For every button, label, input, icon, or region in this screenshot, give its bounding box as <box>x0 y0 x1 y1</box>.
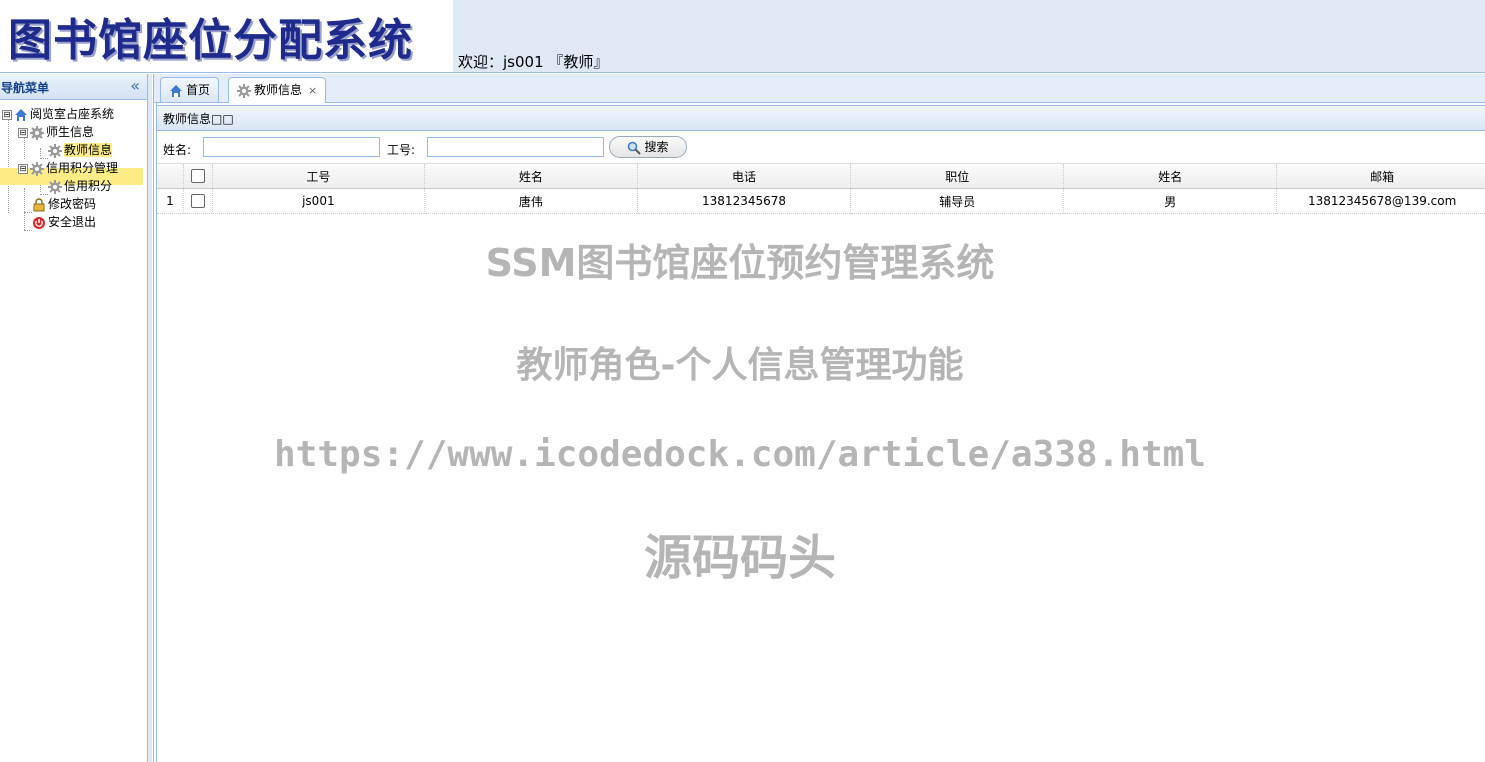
lock-icon <box>32 197 46 212</box>
tab-label: 首页 <box>186 83 211 97</box>
tree-node-credit-management[interactable]: ⊟ 信用积分管理 <box>18 160 118 177</box>
exit-icon <box>32 216 46 230</box>
table-row[interactable]: 1 js001 唐伟 13812345678 辅导员 男 13812345678… <box>157 188 1485 214</box>
tree-node-label: 信用积分 <box>64 179 113 193</box>
tab-label: 教师信息 <box>254 83 303 97</box>
table-cell: 男 <box>1063 188 1278 214</box>
table-cell: js001 <box>212 188 425 214</box>
tree-node-credit-points[interactable]: 信用积分 <box>48 178 112 195</box>
tree-node-change-password[interactable]: 修改密码 <box>32 196 96 213</box>
gear-icon <box>30 125 44 140</box>
home-icon <box>169 84 183 98</box>
select-all-checkbox[interactable] <box>190 169 205 184</box>
id-label: 工号: <box>387 143 416 157</box>
search-icon <box>627 141 642 155</box>
tab-bar: 首页 教师信息 × <box>154 74 1485 103</box>
watermark-line: 源码码头 <box>643 530 836 586</box>
table-header-row: 工号 姓名 电话 职位 姓名 邮箱 <box>157 164 1485 189</box>
name-label: 姓名: <box>163 143 192 157</box>
tab-home[interactable]: 首页 <box>160 77 220 102</box>
tree-connector <box>40 148 41 156</box>
tree-connector <box>24 230 32 231</box>
tree-node-label: 安全退出 <box>48 215 97 229</box>
search-toolbar: 姓名: 工号: 搜索 <box>157 133 1485 164</box>
id-search-input[interactable] <box>427 137 604 157</box>
tree-node-logout[interactable]: 安全退出 <box>32 214 96 231</box>
table-cell: 辅导员 <box>850 188 1065 214</box>
expander-icon[interactable]: ⊟ <box>18 163 28 174</box>
teacher-table: 工号 姓名 电话 职位 姓名 邮箱 1 js001 唐伟 13812345678… <box>157 164 1485 214</box>
row-select-cell <box>183 188 213 214</box>
tree-connector <box>24 188 25 230</box>
column-header[interactable]: 职位 <box>850 164 1065 189</box>
name-search-input[interactable] <box>203 137 380 157</box>
tree-node-reading-room[interactable]: ⊟ 阅览室占座系统 <box>2 106 114 123</box>
row-number: 1 <box>157 188 184 214</box>
app-logo-text: 图书馆座位分配系统 <box>8 15 413 66</box>
tab-content: 教师信息□□ 姓名: 工号: 搜索 工号 姓名 电话 职位 姓名 邮箱 1 js… <box>156 103 1485 762</box>
app-header: 图书馆座位分配系统 欢迎：js001 『教师』 <box>0 0 1485 73</box>
grid-title: 教师信息□□ <box>157 105 1485 131</box>
tree-connector <box>40 184 41 192</box>
row-checkbox[interactable] <box>190 194 205 209</box>
nav-header: 导航菜单 « <box>0 74 147 100</box>
nav-title: 导航菜单 <box>1 81 50 95</box>
gear-icon <box>48 179 62 194</box>
tree-node-label: 修改密码 <box>48 197 97 211</box>
tree-node-teacher-student-info[interactable]: ⊟ 师生信息 <box>18 124 94 141</box>
table-cell: 13812345678@139.com <box>1307 194 1457 208</box>
tree-connector <box>40 194 48 195</box>
tree-node-teacher-info[interactable]: 教师信息 <box>48 142 113 159</box>
column-header[interactable]: 工号 <box>212 164 425 189</box>
column-header[interactable]: 电话 <box>637 164 852 189</box>
home-icon <box>14 108 28 122</box>
table-cell: 唐伟 <box>424 188 638 214</box>
tree-node-label: 阅览室占座系统 <box>30 107 115 121</box>
gear-icon <box>30 161 44 176</box>
tree-connector <box>24 212 32 213</box>
close-icon[interactable]: × <box>308 84 317 97</box>
main-panel: 首页 教师信息 × 教师信息□□ 姓名: 工号: 搜索 工号 姓名 电话 职位 … <box>153 74 1485 762</box>
app-logo: 图书馆座位分配系统 <box>0 0 453 72</box>
search-button[interactable]: 搜索 <box>609 136 687 158</box>
expander-icon[interactable]: ⊟ <box>2 109 12 120</box>
expander-icon[interactable]: ⊟ <box>18 127 28 138</box>
gear-icon <box>237 83 251 98</box>
collapse-icon[interactable]: « <box>130 76 140 95</box>
watermark-line: https://www.icodedock.com/article/a338.h… <box>274 434 1206 475</box>
nav-panel: 导航菜单 « ⊟ 阅览室占座系统 ⊟ 师生信息 教师信息 ⊟ 信用积分管理 信用积分 … <box>0 74 148 762</box>
watermark-line: SSM图书馆座位预约管理系统 <box>485 241 995 285</box>
tree-connector <box>40 158 48 159</box>
welcome-text: 欢迎：js001 『教师』 <box>458 53 609 71</box>
gear-icon <box>48 143 62 158</box>
panel-splitter[interactable] <box>148 74 152 762</box>
rownum-header <box>157 164 184 189</box>
search-button-label: 搜索 <box>644 140 669 154</box>
watermark-line: 教师角色-个人信息管理功能 <box>516 345 964 386</box>
select-all-cell <box>183 164 213 189</box>
column-header[interactable]: 姓名 <box>1063 164 1278 189</box>
tree-node-label: 教师信息 <box>64 143 113 157</box>
tree-node-label: 信用积分管理 <box>46 161 119 175</box>
tree-connector <box>8 113 9 213</box>
table-cell: 13812345678 <box>637 188 852 214</box>
nav-tree: ⊟ 阅览室占座系统 ⊟ 师生信息 教师信息 ⊟ 信用积分管理 信用积分 修改密码 安全… <box>0 100 147 300</box>
tab-teacher-info[interactable]: 教师信息 × <box>228 77 327 103</box>
tree-node-label: 师生信息 <box>46 125 95 139</box>
column-header[interactable]: 姓名 <box>424 164 638 189</box>
column-header[interactable]: 邮箱 <box>1277 164 1485 189</box>
